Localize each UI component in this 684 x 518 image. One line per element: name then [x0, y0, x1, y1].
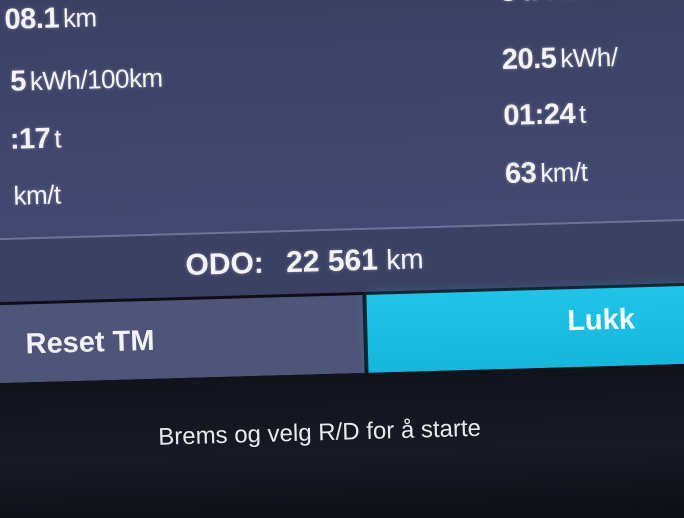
left-trip-consumption-unit: kWh/100km [29, 62, 164, 97]
left-trip-time-value: :17 [9, 122, 51, 156]
left-trip-distance-value: 08.1 [4, 2, 60, 36]
odometer-label: ODO: [185, 246, 265, 282]
right-trip-consumption-value: 20.5 [501, 42, 557, 77]
close-button[interactable]: Lukk [366, 284, 684, 373]
odometer-unit: km [385, 243, 424, 276]
right-trip-distance-value: 84.4 [500, 0, 555, 8]
left-trip-speed-unit: km/t [13, 179, 61, 211]
trip-computer-screen: 08.1 km 5 kWh/100km :17 t km/t 84.4 km 2… [0, 0, 684, 518]
right-trip-time: 01:24 t [503, 98, 586, 133]
left-trip-consumption: 5 kWh/100km [10, 61, 163, 98]
odometer-readout: ODO: 22 561 km [185, 242, 424, 283]
right-trip-consumption-unit: kWh/ [559, 41, 618, 74]
left-trip-distance-unit: km [62, 2, 98, 34]
right-trip-time-value: 01:24 [502, 97, 576, 132]
left-trip-distance: 08.1 km [4, 1, 97, 37]
right-trip-speed-value: 63 [504, 157, 537, 190]
right-trip-speed-unit: km/t [539, 156, 588, 188]
left-trip-consumption-value: 5 [9, 65, 27, 98]
right-trip-distance-unit: km [558, 0, 592, 5]
left-trip-time-unit: t [53, 123, 62, 154]
right-trip-time-unit: t [578, 98, 587, 129]
odometer-value: 22 561 [285, 243, 379, 280]
right-trip-consumption: 20.5 kWh/ [501, 41, 618, 77]
display-panel: 08.1 km 5 kWh/100km :17 t km/t 84.4 km 2… [0, 0, 684, 518]
right-trip-speed: 63 km/t [505, 156, 588, 191]
reset-trip-button[interactable]: Reset TM [0, 294, 365, 384]
left-trip-speed: km/t [13, 178, 61, 212]
left-trip-time: :17 t [9, 122, 61, 156]
